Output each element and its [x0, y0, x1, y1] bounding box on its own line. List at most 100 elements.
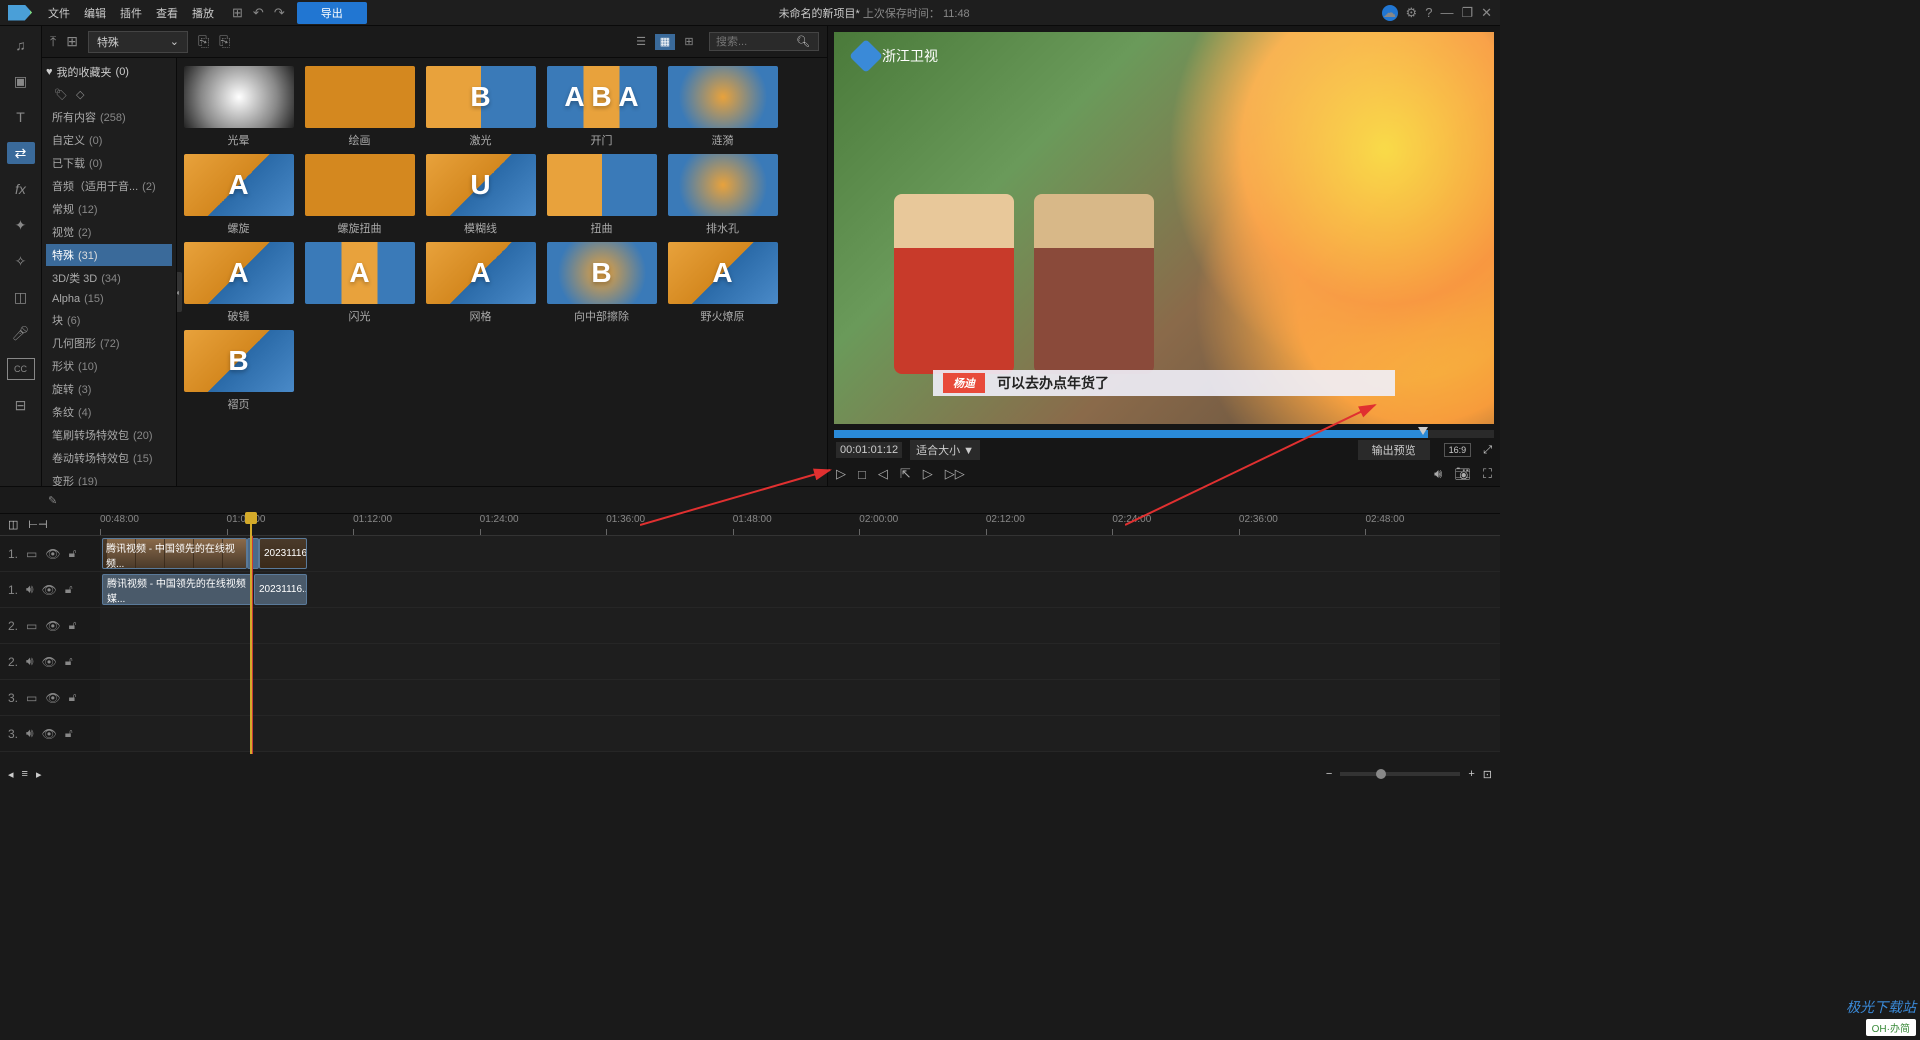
zoom-fit-icon[interactable]: ⊡: [1483, 768, 1492, 781]
visibility-icon[interactable]: 👁︎: [45, 691, 60, 705]
large-grid-icon[interactable]: ⊞: [679, 34, 699, 50]
help-icon[interactable]: ?: [1425, 5, 1432, 20]
import-icon[interactable]: ⤒: [50, 33, 56, 50]
seekbar-handle[interactable]: [1418, 427, 1428, 435]
tag-outline-icon[interactable]: ◇: [76, 88, 84, 101]
fullscreen-icon[interactable]: ⛶: [1483, 466, 1492, 482]
clip-icon[interactable]: ⇱: [900, 466, 911, 482]
video-clip-1[interactable]: 腾讯视频 - 中国领先的在线视频...: [102, 538, 247, 569]
track-body[interactable]: [100, 608, 1500, 643]
prev-frame-icon[interactable]: ◁: [878, 466, 888, 482]
transition-item-15[interactable]: B褶页: [181, 330, 296, 412]
track-height-icon[interactable]: ≡: [22, 768, 28, 780]
menu-plugin[interactable]: 插件: [120, 5, 142, 21]
grid-view-icon[interactable]: ▦: [655, 34, 675, 50]
preview-seekbar[interactable]: [834, 430, 1494, 438]
transition-item-2[interactable]: B激光: [423, 66, 538, 148]
lock-icon[interactable]: 🔓︎: [65, 582, 73, 597]
category-5[interactable]: 特殊(31): [46, 244, 172, 266]
transition-item-9[interactable]: 排水孔: [665, 154, 780, 236]
timecode-display[interactable]: 00:01:01:12: [836, 442, 902, 458]
category-1[interactable]: 已下载(0): [46, 152, 172, 174]
playhead[interactable]: [250, 514, 252, 754]
transition-item-4[interactable]: 涟漪: [665, 66, 780, 148]
track-body[interactable]: [100, 716, 1500, 751]
timeline-tool1-icon[interactable]: ◫: [8, 518, 18, 531]
transition-item-6[interactable]: 螺旋扭曲: [302, 154, 417, 236]
redo-icon[interactable]: ↷: [274, 5, 285, 21]
scroll-left-icon[interactable]: ◂: [8, 768, 14, 781]
layout-icon[interactable]: ⊞: [232, 5, 243, 21]
tag-icon[interactable]: 🏷︎: [54, 88, 68, 101]
transition-item-8[interactable]: 扭曲: [544, 154, 659, 236]
category-8[interactable]: 块(6): [46, 309, 172, 331]
search-box[interactable]: 🔍︎: [709, 32, 819, 51]
category-15[interactable]: 变形(19): [46, 470, 172, 486]
category-12[interactable]: 条纹(4): [46, 401, 172, 423]
new-icon[interactable]: ⎘: [198, 33, 209, 50]
zoom-in-icon[interactable]: +: [1468, 768, 1474, 780]
preview-viewport[interactable]: 浙江卫视 杨迪 可以去办点年货了: [834, 32, 1494, 424]
lock-icon[interactable]: 🔓︎: [65, 654, 73, 669]
category-11[interactable]: 旋转(3): [46, 378, 172, 400]
track-type-icon[interactable]: ▭: [26, 691, 37, 705]
brush-icon[interactable]: ✎: [48, 494, 57, 507]
folder-icon[interactable]: ⊞: [66, 33, 78, 50]
aspect-badge[interactable]: 16:9: [1444, 443, 1472, 457]
volume-icon[interactable]: 🔊︎: [1434, 466, 1442, 482]
audio-clip-1[interactable]: 腾讯视频 - 中国领先的在线视频媒...: [102, 574, 252, 605]
transition-icon[interactable]: ⇄: [7, 142, 35, 164]
track-type-icon[interactable]: 🔊︎: [26, 582, 34, 597]
overlay-icon[interactable]: ◫: [7, 286, 35, 308]
scroll-right-icon[interactable]: ▸: [36, 768, 42, 781]
transition-clip[interactable]: [247, 538, 259, 569]
menu-edit[interactable]: 编辑: [84, 5, 106, 21]
category-4[interactable]: 视觉(2): [46, 221, 172, 243]
cloud-icon[interactable]: ☁: [1382, 5, 1398, 21]
expand-icon[interactable]: ⤢: [1483, 444, 1492, 457]
search-icon[interactable]: 🔍︎: [796, 35, 810, 48]
visibility-icon[interactable]: 👁︎: [45, 619, 60, 633]
next-frame-icon[interactable]: ▷: [923, 466, 933, 482]
list-view-icon[interactable]: ☰: [631, 34, 651, 50]
transition-item-10[interactable]: A破镜: [181, 242, 296, 324]
track-type-icon[interactable]: 🔊︎: [26, 726, 34, 741]
category-10[interactable]: 形状(10): [46, 355, 172, 377]
transition-item-14[interactable]: A野火燎原: [665, 242, 780, 324]
copy-icon[interactable]: ⎘: [219, 33, 230, 50]
export-button[interactable]: 导出: [297, 2, 367, 24]
track-body[interactable]: [100, 680, 1500, 715]
transition-item-1[interactable]: 绘画: [302, 66, 417, 148]
stop-icon[interactable]: □: [858, 467, 866, 482]
zoom-out-icon[interactable]: −: [1326, 768, 1332, 780]
zoom-slider[interactable]: [1340, 772, 1460, 776]
visibility-icon[interactable]: 👁︎: [42, 727, 57, 741]
lock-icon[interactable]: 🔓︎: [69, 546, 77, 561]
transition-item-7[interactable]: U模糊线: [423, 154, 538, 236]
audio-clip-2[interactable]: 20231116...: [254, 574, 307, 605]
category-7[interactable]: Alpha(15): [46, 290, 172, 308]
track-body[interactable]: 腾讯视频 - 中国领先的在线视频媒...20231116...: [100, 572, 1500, 607]
minimize-icon[interactable]: —: [1440, 5, 1453, 20]
transition-item-12[interactable]: A网格: [423, 242, 538, 324]
collapse-handle[interactable]: ◂: [177, 272, 182, 312]
all-content[interactable]: 所有内容(258): [46, 106, 172, 128]
timeline-ruler[interactable]: ◫ ⊢⊣ 00:48:0001:00:0001:12:0001:24:0001:…: [0, 514, 1500, 536]
search-input[interactable]: [716, 36, 796, 48]
track-body[interactable]: [100, 644, 1500, 679]
transition-item-0[interactable]: 光晕: [181, 66, 296, 148]
category-6[interactable]: 3D/类 3D(34): [46, 267, 172, 289]
favorites-header[interactable]: ♥ 我的收藏夹 (0): [46, 64, 172, 80]
cc-icon[interactable]: CC: [7, 358, 35, 380]
menu-view[interactable]: 查看: [156, 5, 178, 21]
transition-item-3[interactable]: A B A开门: [544, 66, 659, 148]
fast-forward-icon[interactable]: ▷▷: [945, 466, 965, 482]
timeline-snap-icon[interactable]: ⊢⊣: [28, 518, 47, 531]
menu-file[interactable]: 文件: [48, 5, 70, 21]
track-type-icon[interactable]: ▭: [26, 547, 37, 561]
category-0[interactable]: 自定义(0): [46, 129, 172, 151]
media-icon[interactable]: ♫: [7, 34, 35, 56]
track-type-icon[interactable]: ▭: [26, 619, 37, 633]
settings-icon[interactable]: ⚙: [1406, 5, 1418, 21]
category-dropdown[interactable]: 特殊⌄: [88, 31, 188, 53]
